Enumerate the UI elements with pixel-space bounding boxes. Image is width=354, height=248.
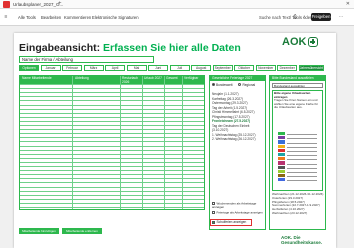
tab-april[interactable]: April <box>105 65 126 71</box>
vacation-type-field[interactable] <box>287 136 317 140</box>
col-name: Name Mitarbeitende <box>22 76 52 80</box>
holidays-panel: Gesetzliche Feiertage 2027 Bundesweit Re… <box>209 75 266 230</box>
school-holiday-item: Weihnachten (23.12.2027) <box>272 210 308 215</box>
table-column-divider <box>120 76 121 209</box>
company-field[interactable]: Name der Firma / Abteilung <box>19 56 154 63</box>
tab-january[interactable]: Januar <box>40 65 61 71</box>
color-swatch[interactable] <box>278 161 285 165</box>
col-vacation: Urlaub 2027 <box>144 76 162 80</box>
table-column-divider <box>142 76 143 209</box>
tab-options[interactable]: Optionen <box>19 65 40 71</box>
color-swatch[interactable] <box>278 178 285 182</box>
vacation-type-fields <box>287 131 317 182</box>
tab-february[interactable]: Februar <box>62 65 83 71</box>
check-weekends[interactable]: Wochenenden als Arbeitstage anzeigen <box>212 202 265 209</box>
radio-nationwide[interactable]: Bundesweit <box>212 83 232 87</box>
menu-edit[interactable]: Bearbeiten <box>41 15 61 20</box>
check-school-holidays[interactable]: Schulferien anzeigen <box>210 219 252 226</box>
tab-may[interactable]: Mai <box>126 65 147 71</box>
aok-tree-icon <box>308 37 319 47</box>
table-column-divider <box>72 76 73 209</box>
radio-regional[interactable]: Regional <box>238 83 255 87</box>
table-column-divider <box>182 76 183 209</box>
vacation-type-field[interactable] <box>287 157 317 161</box>
vacation-type-field[interactable] <box>287 170 317 173</box>
tab-november[interactable]: November <box>255 65 276 71</box>
employee-table: Name Mitarbeitende Abteilung Resturlaub … <box>19 75 205 210</box>
tab-march[interactable]: März <box>83 65 104 71</box>
vacation-type-field[interactable] <box>287 132 317 136</box>
month-tabs: Optionen Januar Februar März April Mai J… <box>19 65 324 71</box>
check-holidays[interactable]: Feiertage als Arbeitstage anzeigen <box>212 211 265 215</box>
menu-e-signatures[interactable]: Elektronische Signaturen <box>92 15 139 20</box>
vacation-types-panel: Bitte Bundesland auswählen Bundesland au… <box>269 75 326 230</box>
col-department: Abteilung <box>75 76 89 80</box>
print-icon[interactable]: ⎙ <box>292 14 298 20</box>
add-employee-button[interactable]: Mitarbeitende hinzufügen <box>19 228 59 234</box>
color-swatch[interactable] <box>278 152 285 157</box>
aok-slogan: AOK. Die Gesundheitskasse. <box>281 235 323 245</box>
tab-september[interactable]: September <box>212 65 233 71</box>
title-bar: Urlaubsplaner_2027_G... + ✕ <box>0 0 354 9</box>
color-swatch[interactable] <box>278 144 285 148</box>
share-button[interactable]: Freigeben <box>311 13 331 21</box>
table-row[interactable] <box>20 207 204 211</box>
close-icon[interactable]: ✕ <box>346 1 350 7</box>
vacation-type-field[interactable] <box>287 153 317 157</box>
tab-december[interactable]: Dezember <box>277 65 298 71</box>
col-total: Gesamt <box>166 76 178 80</box>
vacation-type-field[interactable] <box>287 178 317 182</box>
vacation-type-field[interactable] <box>287 140 317 144</box>
page-title: Eingabeansicht: Erfassen Sie hier alle D… <box>19 42 241 54</box>
tab-august[interactable]: August <box>191 65 212 71</box>
tab-june[interactable]: Juni <box>148 65 169 71</box>
color-swatch[interactable] <box>278 173 285 178</box>
vacation-type-field[interactable] <box>287 145 317 148</box>
menu-icon[interactable]: ≡ <box>3 14 9 20</box>
aok-logo: AOK <box>282 36 319 48</box>
vacation-type-field[interactable] <box>287 166 317 169</box>
holiday-item: Tag der Deutschen Einheit (3.10.2027) <box>212 123 250 133</box>
vacation-types-box: Bitte eigene Urlaubsarten eintragen Trag… <box>272 90 323 191</box>
tab-october[interactable]: Oktober <box>234 65 255 71</box>
bell-icon[interactable]: ♪ <box>301 14 307 20</box>
holiday-item: 2. Weihnachtstag (26.12.2027) <box>212 137 256 141</box>
pdf-icon <box>3 0 10 8</box>
tab-year-overview[interactable]: Jahresübersicht <box>298 65 324 71</box>
vacation-type-field[interactable] <box>287 149 317 152</box>
tab-document[interactable]: Urlaubsplaner_2027_G... <box>13 2 63 7</box>
menu-bar: ≡ Alle Tools Bearbeiten Kommentieren Ele… <box>0 9 354 26</box>
state-heading: Bitte Bundesland auswählen <box>270 76 325 81</box>
color-swatch[interactable] <box>278 165 285 169</box>
vacation-types-hint: Tragen Sie Ihren Namen ein und wählen Si… <box>274 98 319 110</box>
vacation-type-field[interactable] <box>287 174 317 178</box>
color-swatch[interactable] <box>278 140 285 144</box>
remove-employee-button[interactable]: Mitarbeitende entfernen <box>62 228 102 234</box>
color-swatch[interactable] <box>278 136 285 140</box>
document-page: Eingabeansicht: Erfassen Sie hier alle D… <box>14 33 336 248</box>
table-header: Name Mitarbeitende Abteilung Resturlaub … <box>20 76 204 84</box>
vacation-type-field[interactable] <box>287 161 317 165</box>
color-swatch[interactable] <box>278 132 285 136</box>
color-swatch[interactable] <box>278 169 285 173</box>
tab-july[interactable]: Juli <box>169 65 190 71</box>
col-available: Verfügbar <box>184 76 199 80</box>
new-tab-icon[interactable]: + <box>58 1 62 7</box>
table-column-divider <box>164 76 165 209</box>
color-swatch[interactable] <box>278 148 285 152</box>
more-icon[interactable]: ⋯ <box>338 14 344 20</box>
color-swatches <box>278 131 285 182</box>
col-remaining: Resturlaub 2026 <box>122 76 138 84</box>
menu-all-tools[interactable]: Alle Tools <box>18 15 36 20</box>
color-swatch[interactable] <box>278 157 285 161</box>
menu-comment[interactable]: Kommentieren <box>64 15 91 20</box>
state-select[interactable]: Bundesland auswählen <box>272 83 323 88</box>
